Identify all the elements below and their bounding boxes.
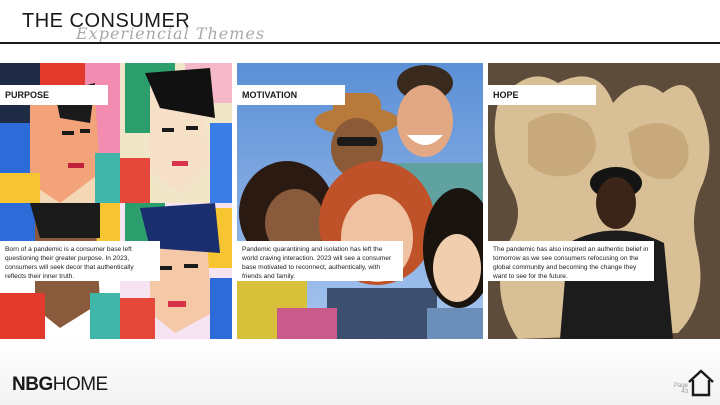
title-rule [0,42,720,44]
footer-band [0,339,720,405]
hope-label: HOPE [488,85,596,105]
hope-caption: The pandemic has also inspired an authen… [488,241,654,281]
motivation-caption: Pandemic quarantining and isolation has … [237,241,403,281]
nbg-home-logo: NBGHOME [12,374,108,396]
purpose-caption: Born of a pandemic is a consumer base le… [0,241,160,281]
page-number: 43 [681,389,688,395]
motivation-label: MOTIVATION [237,85,345,105]
purpose-panel: PURPOSE Born of a pandemic is a consumer… [0,63,232,339]
page-subtitle-script: Experiencial Themes [76,24,266,43]
purpose-label: PURPOSE [0,85,108,105]
hope-panel: HOPE The pandemic has also inspired an a… [488,63,720,339]
page-indicator: Page 43 [672,383,688,395]
motivation-panel: MOTIVATION Pandemic quarantining and iso… [237,63,483,339]
logo-rest: HOME [52,374,109,395]
logo-bold: NBG [12,374,53,395]
home-icon [688,369,714,397]
